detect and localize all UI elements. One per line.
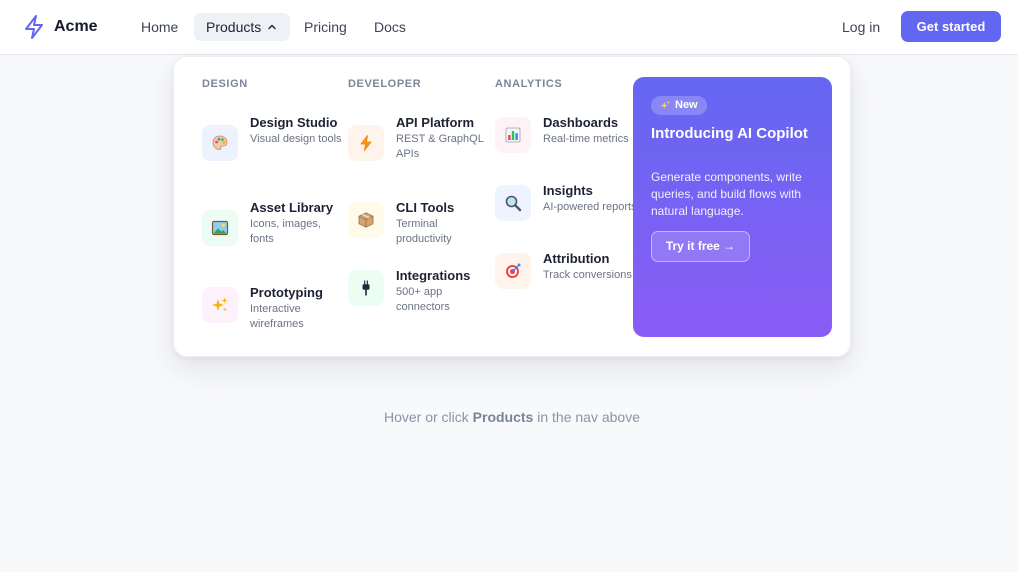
promo-description: Generate components, write queries, and …: [651, 170, 802, 218]
item-title: Asset Library: [250, 200, 334, 215]
picture-icon: [202, 210, 238, 246]
hint-emphasis: Products: [472, 409, 534, 425]
bar-chart-icon: [495, 117, 531, 153]
hint-suffix: in the nav above: [533, 409, 640, 425]
column-heading: ANALYTICS: [495, 78, 563, 90]
brand-name: Acme: [54, 18, 98, 35]
new-badge: New: [651, 96, 707, 115]
sparkles-icon: [660, 100, 671, 110]
hint-text: Hover or click Products in the nav above: [0, 409, 1018, 425]
column-heading: DEVELOPER: [348, 78, 422, 90]
item-description: AI-powered reports: [543, 201, 637, 213]
nav-products-label: Products: [206, 19, 262, 35]
plug-icon: [348, 270, 384, 306]
item-title: Integrations: [396, 268, 471, 283]
item-description: Real-time metrics: [543, 133, 629, 145]
item-description: REST & GraphQL APIs: [396, 133, 484, 160]
menu-item-asset-library[interactable]: Asset Library Icons, images, fonts: [202, 199, 342, 263]
nav-products-button[interactable]: Products: [194, 13, 290, 41]
badge-label: New: [675, 99, 698, 111]
menu-item-api-platform[interactable]: API Platform REST & GraphQL APIs: [348, 114, 488, 178]
developer-column: DEVELOPER API Platform REST & GraphQL AP…: [348, 57, 488, 356]
item-description: 500+ app connectors: [396, 286, 450, 313]
palette-icon: [202, 125, 238, 161]
login-link[interactable]: Log in: [842, 13, 880, 41]
promo-card: New Introducing AI Copilot Generate comp…: [633, 77, 832, 337]
menu-item-prototyping[interactable]: Prototyping Interactive wireframes: [202, 284, 342, 332]
lightning-icon: [348, 125, 384, 161]
magnifier-icon: [495, 185, 531, 221]
menu-item-integrations[interactable]: Integrations 500+ app connectors: [348, 267, 488, 315]
item-title: Design Studio: [250, 115, 338, 130]
lightning-bolt-icon: [25, 15, 43, 39]
get-started-button[interactable]: Get started: [901, 11, 1001, 42]
top-navbar: Acme Home Products Pricing Docs Log in G…: [0, 0, 1018, 55]
target-icon: [495, 253, 531, 289]
promo-title: Introducing AI Copilot: [651, 125, 808, 142]
item-title: CLI Tools: [396, 200, 455, 215]
column-heading: DESIGN: [202, 78, 248, 90]
menu-item-dashboards[interactable]: Dashboards Real-time metrics: [495, 114, 635, 162]
sparkles-icon: [202, 287, 238, 323]
brand[interactable]: Acme: [23, 15, 98, 39]
item-title: Insights: [543, 183, 593, 198]
chevron-up-icon: [268, 24, 276, 30]
nav-home-link[interactable]: Home: [141, 13, 178, 41]
item-title: Dashboards: [543, 115, 619, 130]
analytics-column: ANALYTICS Dashboards Real-time metrics I…: [495, 57, 637, 356]
item-title: Prototyping: [250, 285, 323, 300]
design-column: DESIGN Design Studio Visual design tools: [202, 57, 342, 356]
item-title: Attribution: [543, 251, 610, 266]
item-description: Terminal productivity: [396, 218, 452, 245]
item-title: API Platform: [396, 115, 475, 130]
item-description: Visual design tools: [250, 133, 342, 145]
menu-item-design-studio[interactable]: Design Studio Visual design tools: [202, 114, 342, 178]
item-description: Interactive wireframes: [250, 303, 304, 330]
products-dropdown: DESIGN Design Studio Visual design tools: [173, 56, 851, 357]
menu-item-insights[interactable]: Insights AI-powered reports: [495, 182, 637, 230]
package-icon: [348, 202, 384, 238]
nav-pricing-link[interactable]: Pricing: [304, 13, 347, 41]
item-description: Track conversions: [543, 269, 632, 281]
hint-prefix: Hover or click: [383, 409, 473, 425]
item-description: Icons, images, fonts: [250, 218, 321, 245]
menu-item-cli-tools[interactable]: CLI Tools Terminal productivity: [348, 199, 488, 247]
menu-item-attribution[interactable]: Attribution Track conversions: [495, 250, 635, 298]
nav-docs-link[interactable]: Docs: [374, 13, 406, 41]
try-free-button[interactable]: Try it free →: [651, 231, 750, 262]
